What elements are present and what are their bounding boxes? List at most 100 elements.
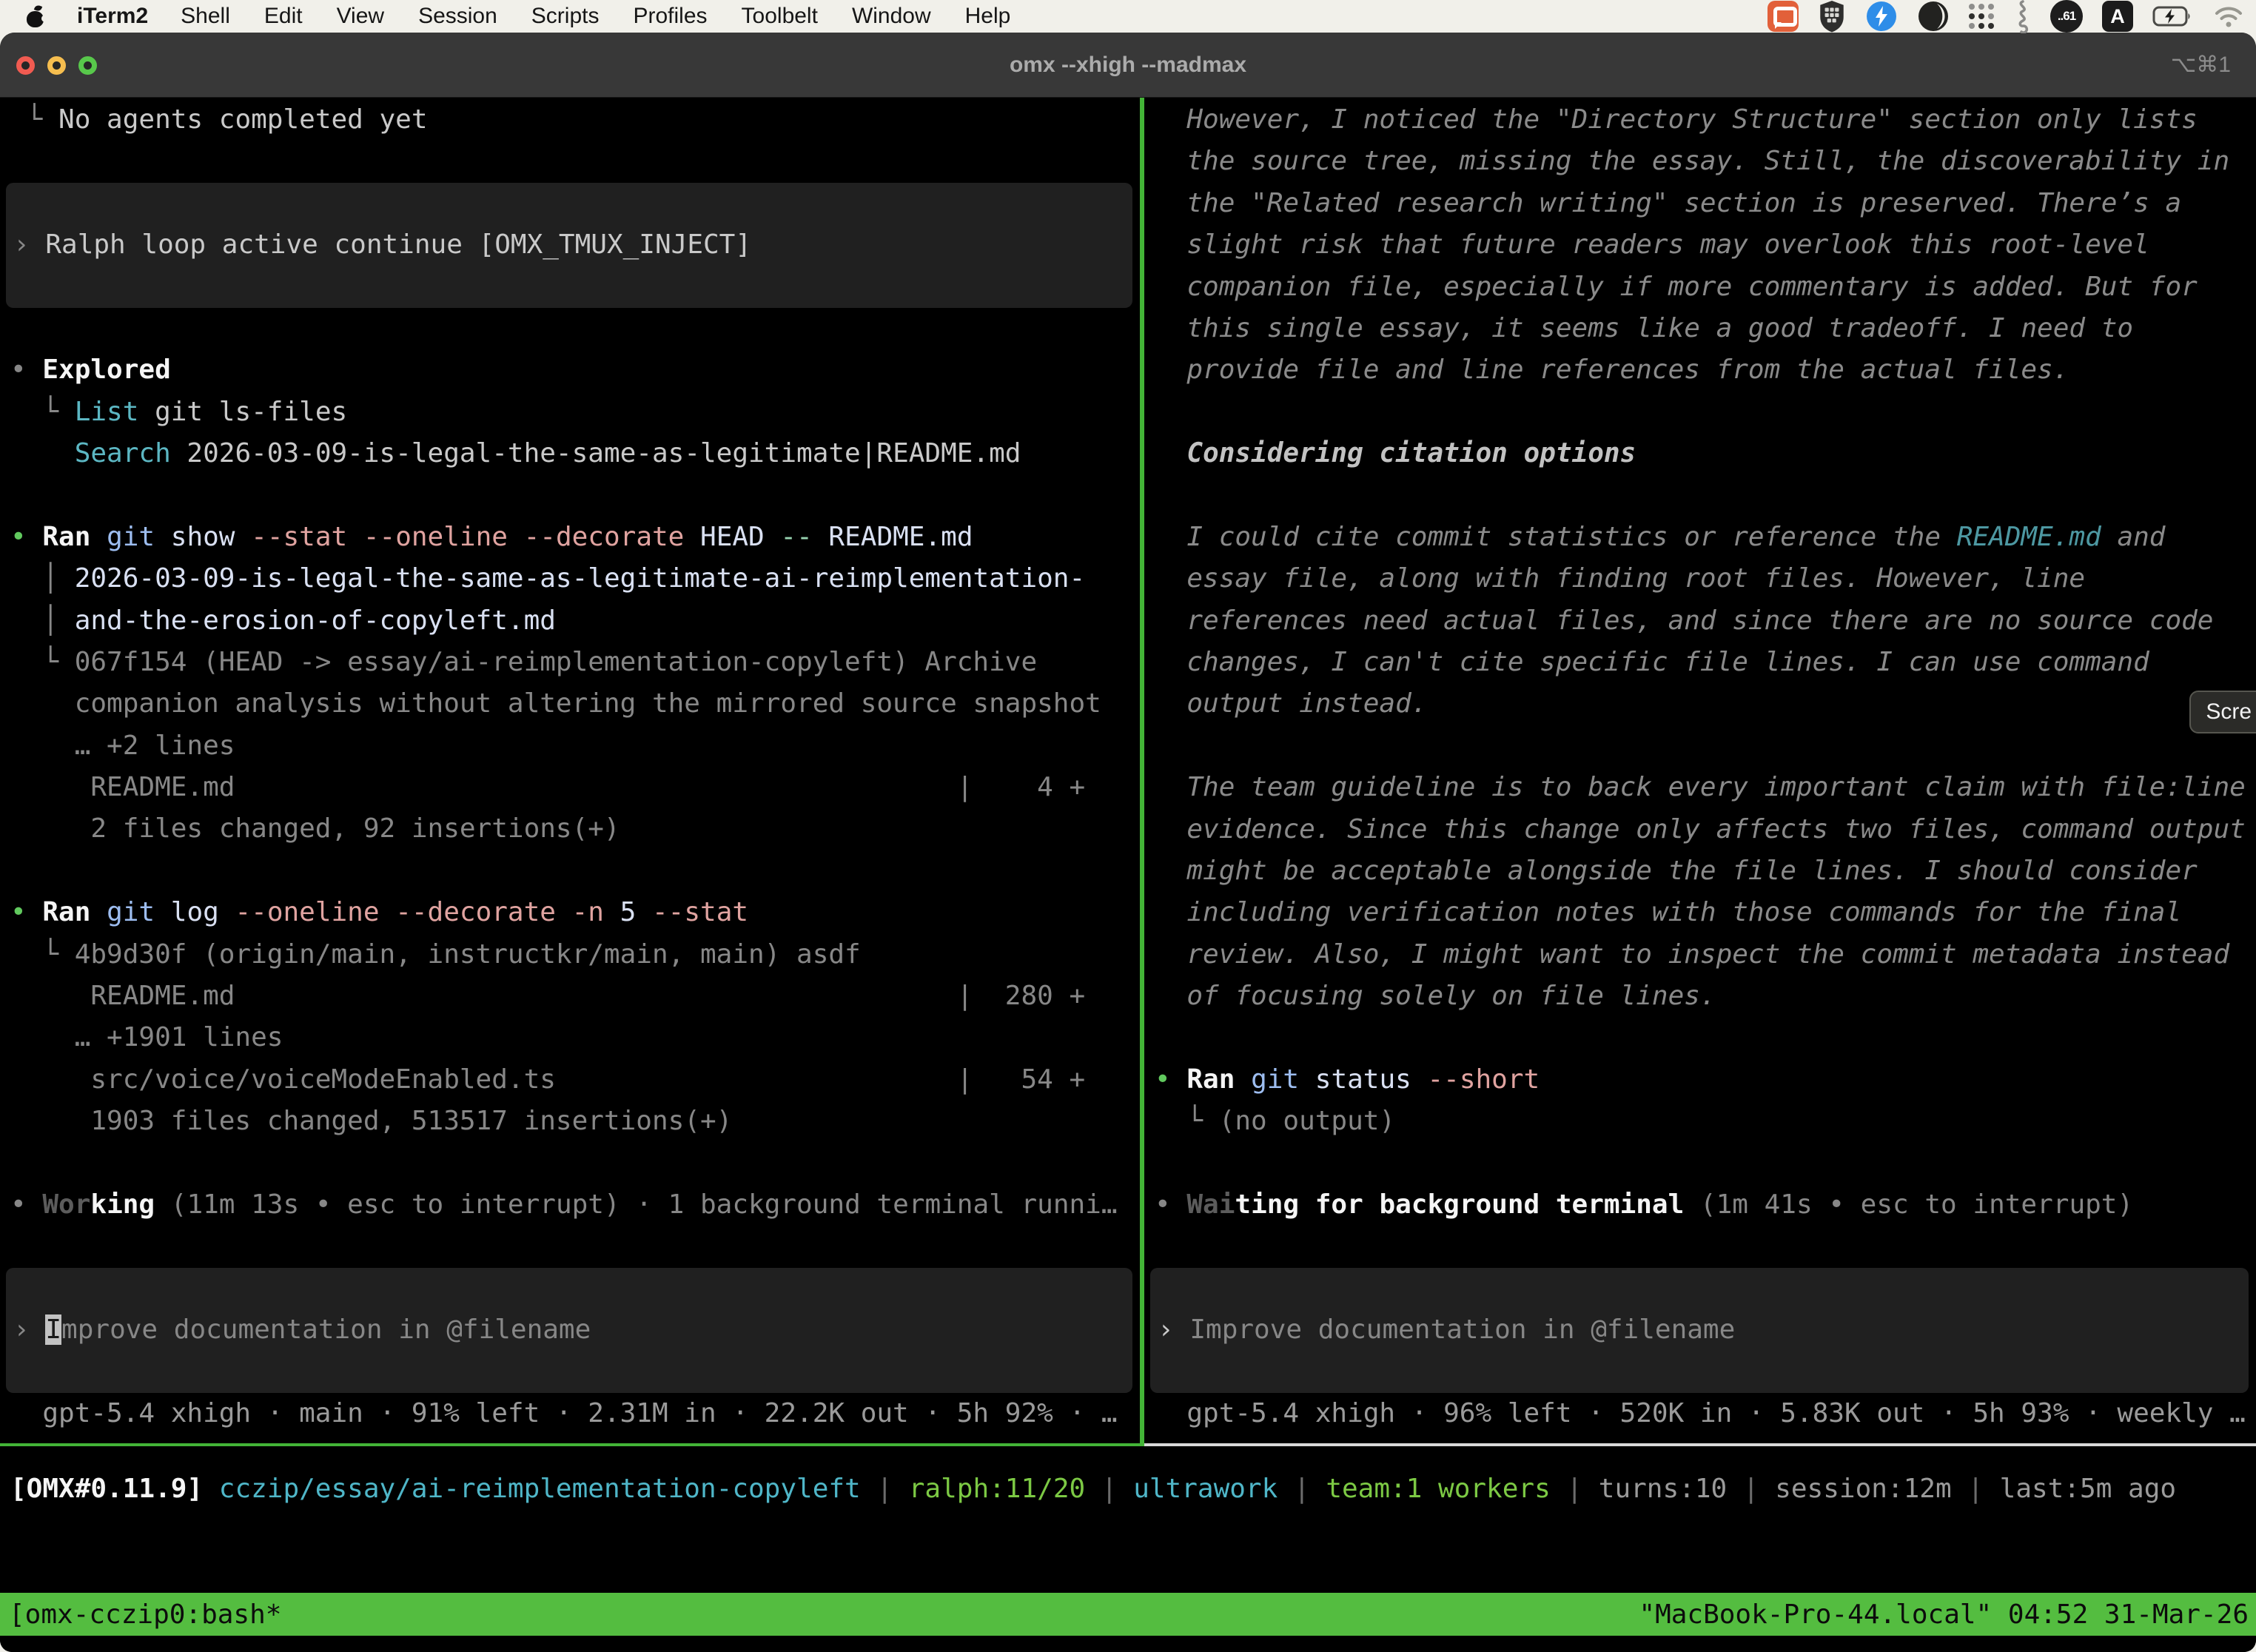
text-segment: slight risk that future readers may over… [1155, 229, 2149, 260]
terminal-row: README.md | 280 + [0, 976, 1140, 1017]
text-segment: › [13, 229, 45, 260]
terminal-row: • Ran git log --oneline --decorate -n 5 … [0, 892, 1140, 933]
text-segment: The team guideline is to back every impo… [1155, 772, 2246, 802]
text-segment: references need actual files, and since … [1155, 605, 2213, 636]
text-segment: README.md | 4 + [10, 772, 1085, 802]
text-segment: -- [780, 522, 828, 552]
text-segment: › [1158, 1314, 1189, 1345]
text-segment: README.md [828, 522, 973, 552]
text-segment: I could cite commit statistics or refere… [1155, 522, 1957, 552]
screen-share-button[interactable]: Scre [2189, 691, 2256, 733]
terminal-row: However, I noticed the "Directory Struct… [1144, 99, 2256, 141]
prompt-input-box[interactable]: › Improve documentation in @filename [6, 1268, 1132, 1393]
text-segment: and [2101, 522, 2166, 552]
prompt-input-box[interactable]: › Ralph loop active continue [OMX_TMUX_I… [6, 183, 1132, 308]
text-segment: 1903 files changed, 513517 insertions(+) [10, 1106, 732, 1136]
text-segment: ralph:11/20 [909, 1474, 1085, 1504]
text-segment: └ [10, 104, 58, 135]
text-segment: ting for background terminal [1235, 1189, 1684, 1220]
shield-grid-icon[interactable] [1818, 0, 1846, 33]
text-segment: … +1901 lines [10, 1022, 283, 1052]
text-segment: changes, I can't cite specific file line… [1155, 647, 2149, 677]
terminal-row: › Ralph loop active continue [OMX_TMUX_I… [6, 224, 1132, 266]
menu-item-profiles[interactable]: Profiles [633, 4, 707, 29]
text-segment: gpt-5.4 xhigh · main · 91% left · 2.31M … [10, 1398, 1118, 1428]
terminal-row [1144, 1226, 2256, 1268]
terminal-row [1144, 1018, 2256, 1059]
terminal-row: └ List git ls-files [0, 392, 1140, 433]
text-segment: session:12m [1775, 1474, 1951, 1504]
terminal-row: companion analysis without altering the … [0, 683, 1140, 725]
menu-item-session[interactable]: Session [418, 4, 497, 29]
battery-charging-icon[interactable] [2152, 5, 2194, 27]
terminal-row: the source tree, missing the essay. Stil… [1144, 141, 2256, 182]
prompt-input-box[interactable]: › Improve documentation in @filename [1150, 1268, 2249, 1393]
menu-item-help[interactable]: Help [965, 4, 1011, 29]
terminal-row [1144, 475, 2256, 517]
terminal-row: › Improve documentation in @filename [1150, 1309, 2249, 1351]
terminal-row: └ (no output) [1144, 1101, 2256, 1142]
terminal-row: └ No agents completed yet [0, 99, 1140, 141]
pane-divider-bottom-right [1144, 1443, 2256, 1446]
wifi-icon[interactable] [2213, 4, 2244, 28]
text-segment: Ran [42, 522, 107, 552]
text-segment: • [1155, 1064, 1186, 1095]
terminal-row: the "Related research writing" section i… [1144, 183, 2256, 224]
text-segment: | [1952, 1474, 2000, 1504]
text-segment [10, 438, 75, 469]
message-icon[interactable] [1767, 1, 1799, 32]
text-segment: cczip/essay/ai-reimplementation-copyleft [219, 1474, 861, 1504]
sync-badge-icon[interactable] [1865, 0, 1898, 33]
text-segment: | [1551, 1474, 1599, 1504]
menu-item-edit[interactable]: Edit [264, 4, 303, 29]
text-segment: └ 4b9d30f (origin/main, instructkr/main,… [10, 939, 861, 970]
menu-item-scripts[interactable]: Scripts [531, 4, 600, 29]
terminal-row [1144, 1143, 2256, 1184]
text-segment: --stat [652, 897, 748, 927]
menu-bar: iTerm2 Shell Edit View Session Scripts Profil… [0, 0, 2256, 33]
text-segment: king [90, 1189, 155, 1220]
text-segment: │ [10, 563, 75, 594]
text-segment: 2026-03-09-is-legal-the-same-as-legitima… [171, 438, 1021, 469]
terminal-row: essay file, along with finding root file… [1144, 558, 2256, 600]
window-title: omx --xhigh --madmax [1010, 53, 1246, 78]
menu-items: Shell Edit View Session Scripts Profiles Toolb… [181, 4, 1010, 29]
squiggle-icon[interactable] [2013, 0, 2031, 33]
crescent-circle-icon[interactable] [1917, 0, 1950, 33]
terminal-row: references need actual files, and since … [1144, 600, 2256, 642]
countdown-badge-icon[interactable]: ..61 [2050, 0, 2083, 33]
menu-item-shell[interactable]: Shell [181, 4, 230, 29]
text-segment: status [1315, 1064, 1428, 1095]
close-button[interactable] [16, 56, 35, 75]
terminal-row [0, 1226, 1140, 1267]
menu-app-name[interactable]: iTerm2 [77, 4, 148, 29]
text-segment: Ran [1186, 1064, 1251, 1095]
text-segment: review. Also, I might want to inspect th… [1155, 939, 2229, 970]
left-terminal-pane: └ No agents completed yet › Ralph loop ac… [0, 98, 1140, 1443]
terminal-row: companion file, especially if more comme… [1144, 266, 2256, 308]
text-segment: log [171, 897, 235, 927]
terminal-row: src/voice/voiceModeEnabled.ts | 54 + [0, 1059, 1140, 1101]
text-segment: HEAD [700, 522, 780, 552]
dots-grid-icon[interactable] [1969, 4, 1994, 29]
minimize-button[interactable] [47, 56, 66, 75]
text-segment: git [107, 522, 171, 552]
traffic-lights [16, 33, 97, 98]
text-segment: ultrawork [1133, 1474, 1278, 1504]
terminal-row: slight risk that future readers may over… [1144, 224, 2256, 266]
window-title-bar[interactable]: omx --xhigh --madmax ⌥⌘1 [0, 33, 2256, 98]
input-source-icon[interactable]: A [2102, 1, 2133, 32]
text-segment: | [1278, 1474, 1326, 1504]
text-segment: git [1251, 1064, 1315, 1095]
zoom-button[interactable] [78, 56, 97, 75]
menu-item-view[interactable]: View [337, 4, 384, 29]
text-segment: the "Related research writing" section i… [1155, 188, 2181, 218]
apple-menu-icon[interactable] [27, 5, 44, 27]
text-segment: including verification notes with those … [1155, 897, 2181, 927]
terminal-row [0, 1143, 1140, 1184]
terminal-row [1144, 725, 2256, 767]
menu-item-window[interactable]: Window [852, 4, 931, 29]
terminal-row: gpt-5.4 xhigh · 96% left · 520K in · 5.8… [1144, 1393, 2256, 1434]
tmux-host-clock: "MacBook-Pro-44.local" 04:52 31-Mar-26 [1639, 1599, 2249, 1630]
menu-item-toolbelt[interactable]: Toolbelt [742, 4, 818, 29]
